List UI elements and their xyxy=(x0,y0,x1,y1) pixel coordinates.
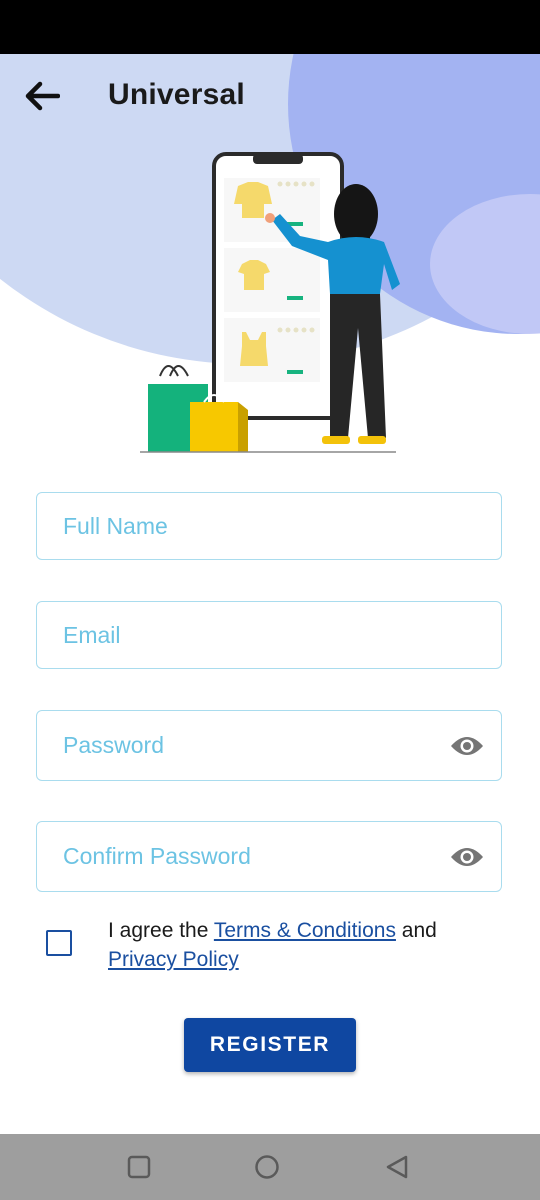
square-icon xyxy=(127,1155,151,1179)
terms-link[interactable]: Terms & Conditions xyxy=(214,919,396,942)
confirm-password-input[interactable] xyxy=(61,842,445,871)
privacy-link[interactable]: Privacy Policy xyxy=(108,948,239,971)
register-button[interactable]: REGISTER xyxy=(184,1018,356,1072)
agree-text: I agree the Terms & Conditions and Priva… xyxy=(108,916,508,974)
email-field[interactable] xyxy=(36,601,502,669)
arrow-left-icon xyxy=(25,81,60,111)
confirm-password-field[interactable] xyxy=(36,821,502,892)
eye-icon xyxy=(451,736,483,755)
password-input[interactable] xyxy=(61,731,445,760)
full-name-field[interactable] xyxy=(36,492,502,560)
back-button[interactable] xyxy=(18,74,66,118)
email-input[interactable] xyxy=(61,620,445,650)
confirm-password-visibility-toggle[interactable] xyxy=(449,842,485,872)
agree-prefix: I agree the xyxy=(108,919,214,942)
system-nav-bar xyxy=(0,1134,540,1200)
agree-checkbox[interactable] xyxy=(46,930,72,956)
password-field[interactable] xyxy=(36,710,502,781)
page-title: Universal xyxy=(108,78,245,111)
circle-icon xyxy=(255,1155,279,1179)
full-name-input[interactable] xyxy=(61,511,445,541)
home-button[interactable] xyxy=(250,1152,284,1182)
agree-middle: and xyxy=(395,919,437,942)
triangle-back-icon xyxy=(386,1155,408,1179)
password-visibility-toggle[interactable] xyxy=(449,731,485,761)
status-bar xyxy=(0,0,540,54)
recent-apps-button[interactable] xyxy=(122,1152,156,1182)
system-back-button[interactable] xyxy=(380,1152,414,1182)
shopping-illustration xyxy=(140,152,400,453)
eye-icon xyxy=(451,847,483,866)
